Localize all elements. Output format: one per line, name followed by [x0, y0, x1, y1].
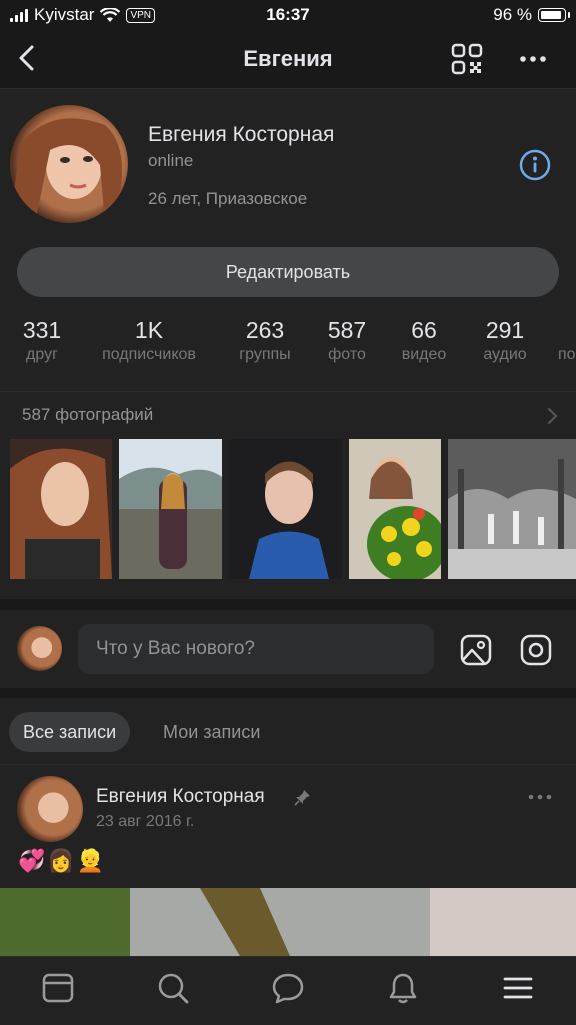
post-author-avatar[interactable] [17, 776, 83, 842]
battery-percent: 96 % [493, 5, 532, 24]
photos-header[interactable]: 587 фотографий [22, 405, 153, 425]
counter-value: 1K [134, 317, 164, 343]
divider [0, 391, 576, 392]
bottom-tab-bar [0, 956, 576, 1025]
counter-friends[interactable]: 331 друг [22, 317, 62, 364]
counter-label: подписчиков [102, 346, 196, 363]
counter-label: по [558, 346, 576, 363]
tab-all-posts[interactable]: Все записи [9, 712, 131, 752]
counter-value: 331 [22, 317, 62, 343]
battery-icon [538, 8, 570, 22]
notifications-icon[interactable] [386, 971, 420, 1005]
profile-name: Евгения Косторная [148, 123, 335, 146]
instagram-icon[interactable] [518, 632, 554, 668]
counter-groups[interactable]: 263 группы [232, 317, 298, 364]
counter-label: друг [26, 346, 58, 363]
counter-audio[interactable]: 291 аудио [476, 317, 534, 364]
counter-label: группы [239, 346, 291, 363]
post-text: 💞👩👱 [18, 848, 107, 873]
messages-icon[interactable] [271, 971, 305, 1005]
tab-my-posts[interactable]: Мои записи [163, 712, 260, 752]
status-time: 16:37 [266, 5, 310, 24]
profile-avatar[interactable] [10, 105, 128, 223]
info-icon[interactable] [518, 148, 552, 182]
wall: Все записи Мои записи Евгения Косторная … [0, 698, 576, 956]
counter-followers[interactable]: 1K подписчиков [90, 317, 208, 364]
counters-row: 331 друг 1K подписчиков 263 группы 587 ф… [0, 317, 576, 377]
post-author-name[interactable]: Евгения Косторная [96, 786, 265, 808]
counter-photos[interactable]: 587 фото [322, 317, 372, 364]
status-right: 96 % [493, 5, 570, 25]
more-icon[interactable] [516, 44, 550, 74]
photo-thumbnail[interactable] [349, 439, 441, 579]
divider [0, 764, 576, 765]
composer-avatar [17, 626, 62, 671]
post-composer: Что у Вас нового? [0, 610, 576, 688]
counter-value: 587 [327, 317, 367, 343]
page-title: Евгения [243, 46, 333, 71]
qr-code-icon[interactable] [450, 42, 484, 76]
photo-thumbnail[interactable] [229, 439, 342, 579]
search-icon[interactable] [156, 971, 190, 1005]
counter-partial[interactable]: по [558, 317, 576, 364]
photo-thumbnail[interactable] [119, 439, 222, 579]
counter-value [558, 317, 576, 344]
counter-label: аудио [483, 346, 527, 363]
counter-value: 66 [411, 317, 437, 343]
post-date: 23 авг 2016 г. [96, 813, 195, 830]
chevron-right-icon[interactable] [544, 405, 562, 427]
photo-thumbnail[interactable] [10, 439, 112, 579]
menu-icon[interactable] [501, 971, 535, 1005]
profile-card: Евгения Косторная online 26 лет, Приазов… [0, 89, 576, 599]
photo-thumbnail[interactable] [448, 439, 576, 579]
nav-bar: Евгения [0, 30, 576, 89]
counter-videos[interactable]: 66 видео [396, 317, 452, 364]
post-image[interactable] [0, 888, 576, 956]
counter-label: видео [401, 346, 447, 363]
online-status: online [148, 151, 194, 170]
counter-value: 291 [485, 317, 525, 343]
pin-icon [294, 790, 310, 806]
edit-profile-button[interactable]: Редактировать [17, 247, 559, 297]
counter-value: 263 [245, 317, 285, 343]
news-icon[interactable] [41, 971, 75, 1005]
new-post-input[interactable]: Что у Вас нового? [78, 624, 434, 674]
status-bar: Kyivstar VPN 16:37 96 % [0, 0, 576, 30]
counter-label: фото [328, 346, 366, 363]
post-more-icon[interactable] [526, 790, 554, 804]
profile-info: 26 лет, Приазовское [148, 189, 308, 208]
gallery-icon[interactable] [458, 632, 494, 668]
